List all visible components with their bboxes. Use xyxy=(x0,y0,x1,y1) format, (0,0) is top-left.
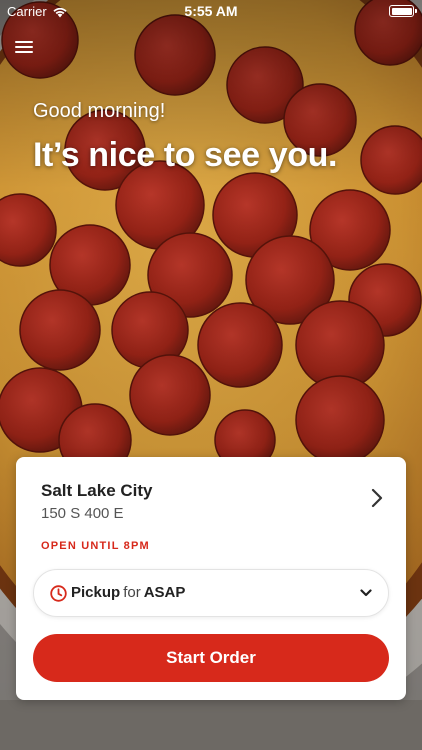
status-right xyxy=(389,5,417,17)
order-time: ASAP xyxy=(143,584,186,601)
menu-line xyxy=(15,51,33,53)
battery-level xyxy=(391,7,412,15)
store-address[interactable]: 150 S 400 E xyxy=(41,505,124,522)
store-name[interactable]: Salt Lake City xyxy=(41,481,153,501)
battery-icon xyxy=(389,5,417,17)
hamburger-menu-icon[interactable] xyxy=(14,38,36,58)
start-order-button[interactable]: Start Order xyxy=(33,634,389,682)
order-connector: for xyxy=(123,584,141,601)
menu-line xyxy=(15,41,33,43)
store-card: Salt Lake City 150 S 400 E OPEN UNTIL 8P… xyxy=(16,457,406,700)
greeting-text: Good morning! xyxy=(33,100,166,122)
store-hours-badge: OPEN UNTIL 8PM xyxy=(41,540,150,552)
welcome-headline: It’s nice to see you. xyxy=(33,136,337,174)
chevron-right-icon[interactable] xyxy=(370,487,384,509)
order-type-label: Pickup for ASAP xyxy=(71,584,185,601)
order-type-selector[interactable]: Pickup for ASAP xyxy=(33,569,389,617)
order-method: Pickup xyxy=(71,584,121,601)
chevron-down-icon xyxy=(360,589,372,597)
status-bar: Carrier 5:55 AM xyxy=(0,0,422,22)
status-time: 5:55 AM xyxy=(184,3,238,19)
clock-icon xyxy=(50,585,67,602)
menu-line xyxy=(15,46,33,48)
